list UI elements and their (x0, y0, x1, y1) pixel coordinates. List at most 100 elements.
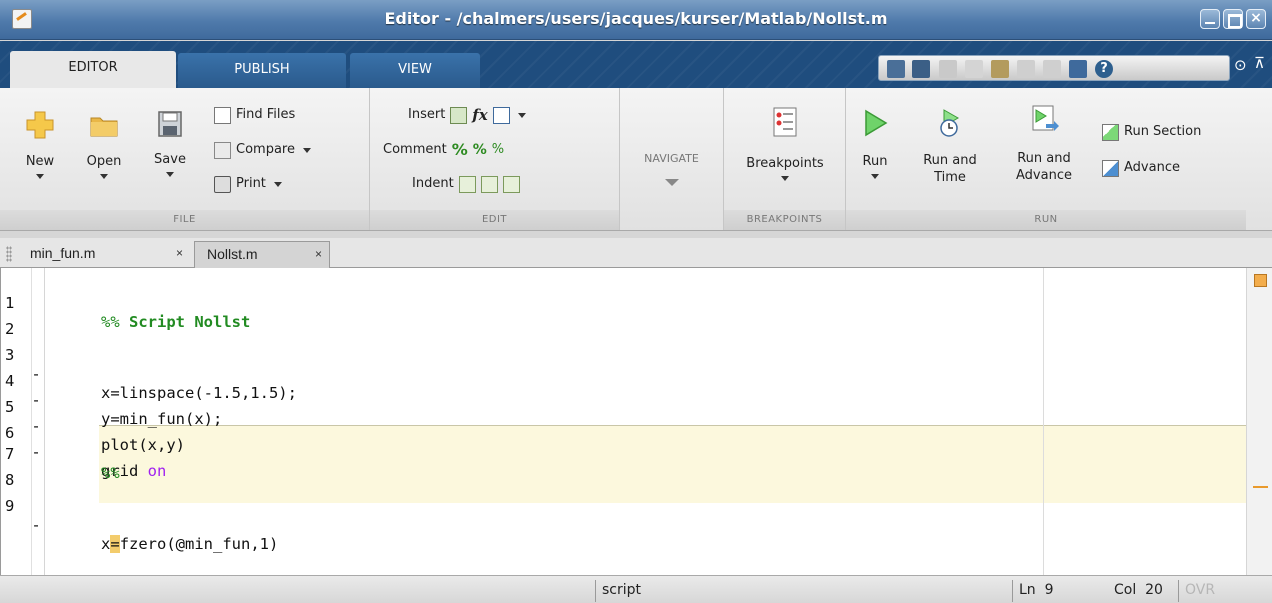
compare-icon (214, 141, 231, 159)
compare-button[interactable]: Compare (214, 141, 311, 159)
col-value: 20 (1145, 582, 1163, 598)
quick-access-toolbar: ? (878, 55, 1230, 81)
run-and-advance-icon (1032, 105, 1059, 131)
run-and-advance-label-1: Run and (1017, 151, 1071, 166)
print-button[interactable]: Print (214, 175, 282, 193)
breakpoint-dash[interactable]: - (31, 516, 41, 535)
code-line[interactable]: 9 - x=fzero(@min_fun,1) (1, 478, 1246, 553)
tab-min-fun[interactable]: min_fun.m × (18, 241, 190, 268)
cursor-highlight: = (110, 535, 120, 553)
save-button[interactable]: Save (150, 108, 190, 177)
run-and-time-button[interactable]: Run and Time (918, 108, 982, 186)
overwrite-status: OVR (1178, 580, 1222, 602)
help-icon[interactable]: ? (1095, 60, 1113, 78)
tab-publish[interactable]: PUBLISH (178, 53, 346, 88)
code-editor[interactable]: 1 %% Script Nollst 2 3 - x=linspace(-1.5… (0, 268, 1272, 575)
floppy-disk-icon (158, 111, 182, 137)
folder-icon (90, 117, 118, 137)
save-icon[interactable] (912, 60, 930, 78)
switch-windows-icon[interactable] (1069, 60, 1087, 78)
ribbon-toolbar: New Open Save Find Files Compare Print F… (0, 88, 1272, 231)
edit-section: Insert fx Comment % % % Indent EDIT (370, 88, 620, 230)
file-section-label: FILE (0, 210, 369, 230)
chevron-down-icon (100, 174, 108, 179)
redo-icon[interactable] (1043, 60, 1061, 78)
chevron-down-icon[interactable] (517, 112, 526, 118)
find-files-button[interactable]: Find Files (214, 106, 295, 124)
code-line[interactable]: 2 (1, 301, 1246, 338)
code-analyzer-bar[interactable] (1246, 268, 1272, 575)
code-line[interactable]: 8 (1, 452, 1246, 489)
open-label: Open (86, 154, 122, 169)
chevron-down-icon (166, 172, 174, 177)
increase-indent-icon[interactable] (480, 175, 498, 193)
column-status: Col 20 (1108, 580, 1174, 602)
code-line[interactable]: 1 %% Script Nollst (1, 275, 1246, 331)
run-button[interactable]: Run (858, 108, 892, 179)
navigate-dropdown-icon[interactable] (665, 179, 679, 186)
window-controls: × (1200, 9, 1266, 29)
fx-icon[interactable]: fx (472, 106, 487, 124)
ln-value: 9 (1044, 582, 1054, 598)
insert-section-icon[interactable] (450, 106, 468, 124)
close-tab-icon[interactable]: × (176, 241, 183, 266)
code-line[interactable]: 5 - plot(x,y) (1, 379, 1246, 454)
run-and-time-icon (940, 109, 960, 137)
tab-nollst[interactable]: Nollst.m × (194, 241, 330, 268)
code-line[interactable]: 4 - y=min_fun(x); (1, 353, 1246, 428)
breakpoints-button[interactable]: Breakpoints (730, 106, 840, 181)
close-window-button[interactable]: × (1246, 9, 1266, 29)
find-files-label: Find Files (236, 107, 296, 122)
run-and-time-label-1: Run and (923, 153, 977, 168)
tab-view[interactable]: VIEW (350, 53, 480, 88)
new-plus-icon (26, 111, 54, 139)
code-line[interactable]: 6 - grid on (1, 405, 1246, 480)
warning-marker[interactable] (1253, 486, 1268, 488)
open-button[interactable]: Open (84, 110, 124, 179)
ribbon-options-icon[interactable]: ⊙ (1234, 56, 1247, 74)
run-and-advance-label-2: Advance (1016, 168, 1072, 183)
line-number: 9 (5, 497, 15, 515)
maximize-button[interactable] (1223, 9, 1243, 29)
drag-grip-icon[interactable] (6, 246, 12, 262)
comment-label: Comment (383, 142, 447, 157)
new-label: New (25, 154, 55, 169)
insert-label: Insert (408, 107, 446, 122)
chevron-down-icon (871, 174, 879, 179)
compare-label: Compare (236, 142, 295, 157)
code-line[interactable]: 3 - x=linspace(-1.5,1.5); (1, 327, 1246, 402)
code-token: fzero(@min_fun,1) (119, 535, 279, 553)
warning-indicator-icon[interactable] (1254, 274, 1267, 287)
wrap-comments-icon[interactable]: % (492, 141, 504, 159)
document-tabs: min_fun.m × Nollst.m × (0, 238, 1272, 268)
navigate-section[interactable]: NAVIGATE (620, 88, 724, 230)
run-section-label-footer: RUN (846, 210, 1246, 230)
new-button[interactable]: New (22, 110, 58, 179)
copy-icon[interactable] (965, 60, 983, 78)
decrease-indent-icon[interactable] (502, 175, 520, 193)
chevron-down-icon (273, 181, 282, 187)
uncomment-icon[interactable]: % (473, 141, 487, 159)
run-section-button[interactable]: Run Section (1102, 123, 1201, 141)
col-label: Col (1114, 582, 1137, 598)
run-section-icon (1102, 123, 1119, 141)
new-script-icon[interactable] (887, 60, 905, 78)
undo-icon[interactable] (1017, 60, 1035, 78)
window-title: Editor - /chalmers/users/jacques/kurser/… (384, 9, 888, 28)
insert-function-icon[interactable] (492, 106, 510, 124)
close-tab-icon[interactable]: × (315, 242, 322, 267)
run-section-label: Run Section (1124, 124, 1202, 139)
comment-percent-icon[interactable]: % (452, 141, 468, 159)
chevron-down-icon (36, 174, 44, 179)
breakpoints-label: Breakpoints (746, 156, 824, 171)
advance-button[interactable]: Advance (1102, 159, 1180, 177)
paste-icon[interactable] (991, 60, 1009, 78)
tab-editor[interactable]: EDITOR (10, 51, 176, 88)
smart-indent-icon[interactable] (458, 175, 476, 193)
cut-icon[interactable] (939, 60, 957, 78)
print-label: Print (236, 176, 266, 191)
run-and-advance-button[interactable]: Run and Advance (1008, 104, 1080, 184)
minimize-button[interactable] (1200, 9, 1220, 29)
minimize-ribbon-icon[interactable]: ⊼ (1254, 54, 1265, 72)
code-line[interactable]: 7 %% (1, 426, 1246, 482)
